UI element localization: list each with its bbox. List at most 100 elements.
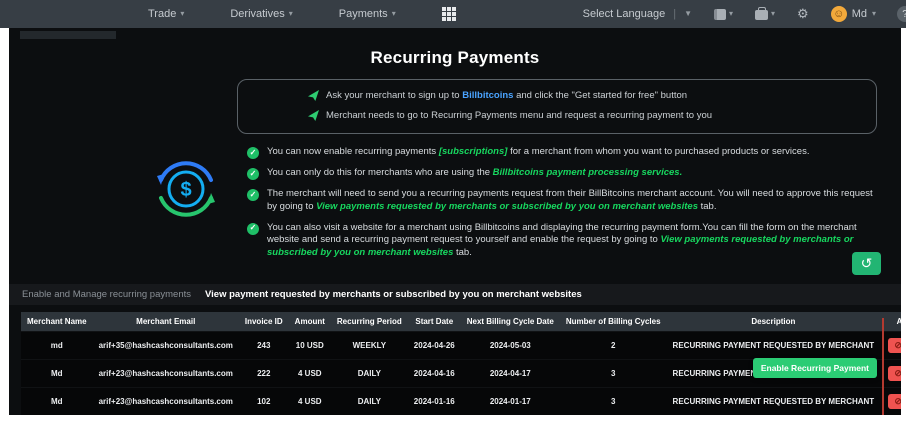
col-invoice-id: Invoice ID [238,312,289,331]
cell-next-billing-date: 2024-01-17 [460,386,560,415]
col-amount: Amount [288,312,331,331]
bullet-list: ✓ You can now enable recurring payments [… [247,146,879,260]
bullet-text: The merchant will need to send you a rec… [267,188,879,214]
user-menu[interactable]: ☺ Md ▾ [830,6,876,22]
language-selector[interactable]: Select Language | ▼ [583,8,692,20]
nav-trade[interactable]: Trade ▾ [148,8,184,20]
nav-payments-label: Payments [338,8,388,20]
text-segment: You can now enable recurring payments [267,146,439,157]
text-segment: Billbitcoins payment processing services… [492,167,683,178]
bullet-item: ✓ The merchant will need to send you a re… [247,188,879,214]
instruction-text: Merchant needs to go to Recurring Paymen… [326,110,712,121]
instruction-line: Ask your merchant to sign up to Billbitc… [308,90,866,101]
tab-enable-manage[interactable]: Enable and Manage recurring payments [22,289,191,300]
cancel-payment-button[interactable]: ⊘ [888,365,901,381]
text-segment: and click the "Get started for free" but… [513,90,688,101]
tab-bar: Enable and Manage recurring payments Vie… [9,284,901,305]
nav-menu-group: Trade ▾ Derivatives ▾ Payments ▾ [148,7,456,21]
chevron-down-icon: ▾ [288,9,293,18]
chevron-down-icon: ▾ [180,9,185,18]
cancel-payment-button[interactable]: ⊘ [888,337,901,353]
bullet-text: You can only do this for merchants who a… [267,167,682,180]
cell-next-billing-date: 2024-04-17 [460,358,560,387]
cancel-payment-button[interactable]: ⊘ [888,393,901,409]
gear-icon[interactable]: ⚙ [797,6,809,22]
tab-view-requested[interactable]: View payment requested by merchants or s… [205,289,582,300]
cell-billing-cycles: 2 [559,330,667,359]
col-description: Description [666,312,881,331]
check-icon: ✓ [247,168,259,180]
cell-recurring-period: DAILY [330,358,408,387]
inline-link[interactable]: Billbitcoins [462,90,513,101]
text-segment: View payments requested by merchants or … [316,200,698,212]
language-label: Select Language [582,8,666,20]
cell-recurring-period: WEEKLY [330,330,408,359]
check-icon: ✓ [247,222,259,235]
col-recurring-period: Recurring Period [330,312,408,331]
text-segment: tab. [698,200,717,212]
table-row: md arif+35@hashcashconsultants.com 243 1… [21,330,901,359]
dollar-glyph: $ [180,179,191,201]
top-navbar: Trade ▾ Derivatives ▾ Payments ▾ Select … [0,0,906,28]
cell-description: RECURRING PAYMENT REQUESTED BY MERCHANT [666,330,881,359]
paper-plane-icon [308,110,319,121]
main-panel: Recurring Payments Ask your merchant to … [9,28,901,415]
instruction-line: Merchant needs to go to Recurring Paymen… [308,110,866,121]
text-segment: Merchant needs to go to Recurring Paymen… [326,110,713,121]
nav-derivatives[interactable]: Derivatives ▾ [230,8,292,20]
cell-merchant-name: Md [21,358,93,387]
briefcase-icon [755,7,769,20]
paper-plane-icon [308,90,319,101]
check-icon: ✓ [247,189,259,201]
dollar-icon-wrap: $ [147,150,225,260]
red-edge-line [882,318,884,415]
ledger-menu[interactable]: ▾ [714,8,734,20]
chevron-down-icon: ▾ [871,9,876,18]
chevron-down-icon: ▾ [771,9,776,18]
text-segment: Ask your merchant to sign up to [326,90,463,101]
hero-section: $ ✓ You can now enable recurring payments… [9,146,901,260]
col-billing-cycles: Number of Billing Cycles [559,312,667,331]
text-segment: tab. [453,247,472,259]
text-segment: [subscriptions] [438,146,508,157]
cell-amount: 4 USD [288,358,331,387]
chevron-down-icon: ▼ [684,9,693,18]
refresh-button[interactable]: ↺ [852,252,881,275]
page-title: Recurring Payments [370,48,540,67]
col-merchant-email: Merchant Email [92,312,239,331]
bullet-item: ✓ You can only do this for merchants who … [247,167,879,180]
chevron-down-icon: ▾ [729,9,734,18]
portfolio-menu[interactable]: ▾ [755,7,776,20]
cell-amount: 4 USD [288,386,331,415]
recurring-dollar-icon: $ [157,161,215,217]
bullet-item: ✓ You can now enable recurring payments [… [247,146,879,159]
cell-recurring-period: DAILY [330,386,408,415]
col-start-date: Start Date [407,312,461,331]
cell-merchant-email: arif+35@hashcashconsultants.com [92,330,239,359]
cell-start-date: 2024-04-16 [407,358,461,387]
ledger-icon [714,8,727,20]
bullet-text: You can now enable recurring payments [s… [267,146,809,159]
text-segment: You can only do this for merchants who a… [267,167,493,178]
bullet-item: ✓ You can also visit a website for a merc… [247,222,879,260]
nav-payments[interactable]: Payments ▾ [339,8,396,20]
user-name: Md [851,8,867,20]
help-icon[interactable]: ? [897,6,906,22]
avatar: ☺ [830,6,847,22]
bullet-text: You can also visit a website for a merch… [267,222,879,260]
apps-grid-icon[interactable] [441,7,456,21]
check-icon: ✓ [247,147,259,159]
text-segment: for a merchant from whom you want to pur… [507,146,810,157]
cell-invoice-id: 222 [238,358,289,387]
cell-merchant-email: arif+23@hashcashconsultants.com [92,386,239,415]
table-header-row: Merchant Name Merchant Email Invoice ID … [21,312,901,331]
payments-table-wrap: Merchant Name Merchant Email Invoice ID … [21,312,901,415]
cell-merchant-name: Md [21,386,93,415]
nav-trade-label: Trade [148,8,177,20]
col-next-billing-date: Next Billing Cycle Date [460,312,560,331]
chevron-down-icon: ▾ [391,9,396,18]
cell-description: RECURRING PAYMENT REQUESTED BY MERCHANT [666,386,881,415]
cell-start-date: 2024-01-16 [407,386,461,415]
cell-billing-cycles: 3 [559,386,667,415]
cell-billing-cycles: 3 [559,358,667,387]
